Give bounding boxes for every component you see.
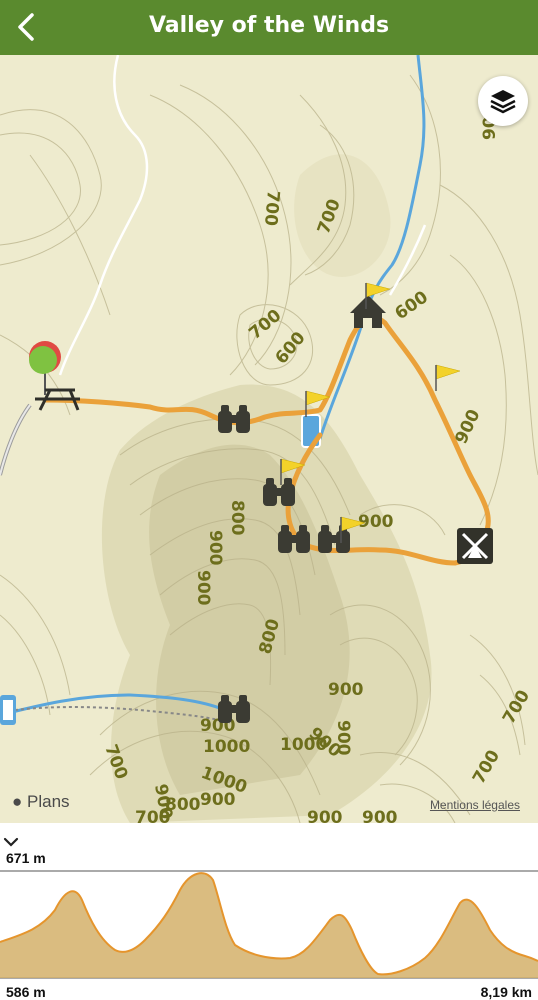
min-elevation-label: 586 m — [6, 984, 46, 1000]
map-canvas: 900 700 700 700 600 600 900 800 900 900 … — [0, 55, 538, 823]
contour-label: 800 — [227, 500, 247, 536]
start-pin-icon[interactable] — [29, 341, 61, 395]
contour-label: 900 — [358, 512, 394, 532]
map-layers-button[interactable] — [478, 76, 528, 126]
legal-notice-link[interactable]: Mentions légales — [430, 798, 520, 812]
picnic-table-icon[interactable] — [35, 388, 80, 411]
elevation-chart[interactable] — [0, 870, 538, 982]
chevron-down-icon[interactable] — [0, 834, 22, 850]
contour-label: 900 — [200, 790, 236, 810]
contour-label: 600 — [391, 287, 432, 324]
contour-label: 600 — [272, 328, 310, 368]
campsite-icon[interactable] — [457, 528, 493, 564]
apple-logo-icon: ● — [12, 792, 23, 811]
contour-label: 700 — [260, 190, 283, 227]
contour-label: 900 — [307, 808, 343, 823]
contour-label: 900 — [328, 680, 364, 700]
contour-label: 900 — [451, 406, 484, 447]
contour-label: 700 — [245, 306, 285, 344]
info-sign-icon[interactable] — [0, 695, 16, 725]
total-distance-label: 8,19 km — [480, 984, 532, 1000]
layers-icon — [490, 90, 516, 114]
contour-label: 900 — [205, 530, 225, 566]
contour-label: 700 — [135, 808, 171, 823]
attribution-label: Plans — [27, 792, 70, 811]
contour-label: 700 — [499, 687, 534, 728]
contour-label: 900 — [193, 570, 213, 606]
max-elevation-label: 671 m — [6, 850, 46, 866]
page-title: Valley of the Winds — [148, 13, 390, 38]
contour-label: 700 — [469, 747, 504, 788]
elevation-profile: 671 m 586 m 8,19 km — [0, 823, 538, 1000]
contour-label: 900 — [362, 808, 398, 823]
map-attribution: ● Plans — [12, 792, 70, 812]
contour-label: 1000 — [203, 737, 250, 757]
top-bar: Valley of the Winds — [0, 0, 538, 55]
map-view[interactable]: 900 700 700 700 600 600 900 800 900 900 … — [0, 55, 538, 823]
shelter-icon[interactable] — [350, 295, 386, 328]
